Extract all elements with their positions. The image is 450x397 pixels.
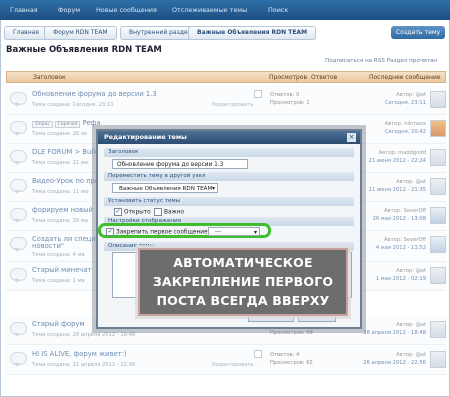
breadcrumb-current[interactable]: Важные Объявления RDN TEAM xyxy=(188,26,317,40)
status-important-label: Важно xyxy=(164,209,185,216)
annotation-callout: АВТОМАТИЧЕСКОЕ ЗАКРЕПЛЕНИЕ ПЕРВОГО ПОСТА… xyxy=(138,248,348,316)
nav-home[interactable]: Главная xyxy=(10,6,38,14)
title-input[interactable]: Обновление форума до версии 1.3 xyxy=(112,159,248,169)
pin-first-post-checkbox[interactable]: ✓ Закрепить первое сообщение xyxy=(106,228,208,236)
annotation-line-1: АВТОМАТИЧЕСКОЕ xyxy=(173,255,313,270)
dialog-title: Редактирование темы xyxy=(104,133,187,141)
move-node-select[interactable]: Важные Объявления RDN TEAM ▾ xyxy=(112,183,218,193)
checkbox-empty-icon xyxy=(154,208,162,216)
move-node-value: Важные Объявления RDN TEAM xyxy=(119,186,213,192)
table-header: Заголовок Просмотров Ответов Последнее с… xyxy=(6,71,446,83)
pin-first-post-label: Закрепить первое сообщение xyxy=(116,229,208,236)
pin-select-value: --- xyxy=(215,229,222,235)
close-icon[interactable]: × xyxy=(347,133,356,142)
checkmark-icon: ✓ xyxy=(114,208,122,216)
col-title[interactable]: Заголовок xyxy=(33,74,66,81)
nav-search[interactable]: Поиск xyxy=(268,6,288,14)
section-title: Заголовок xyxy=(104,148,354,157)
chevron-down-icon: ▾ xyxy=(253,229,257,236)
nav-new-posts[interactable]: Новые сообщения xyxy=(96,6,157,14)
status-open-label: Открыто xyxy=(124,209,151,216)
nav-forum[interactable]: Форум xyxy=(58,6,80,14)
status-open-checkbox[interactable]: ✓ Открыто xyxy=(114,208,151,216)
status-important-checkbox[interactable]: Важно xyxy=(154,208,184,216)
pin-select[interactable]: --- ▾ xyxy=(208,227,260,236)
col-replies[interactable]: Ответов xyxy=(311,74,337,81)
breadcrumb-home[interactable]: Главная xyxy=(4,26,48,40)
top-navigation: Главная Форум Новые сообщения Отслеживае… xyxy=(0,0,450,20)
col-last-post[interactable]: Последнее сообщение xyxy=(369,74,441,81)
annotation-line-3: ПОСТА ВСЕГДА ВВЕРХУ xyxy=(156,293,330,308)
dialog-header: Редактирование темы xyxy=(98,131,360,144)
col-views[interactable]: Просмотров xyxy=(269,74,307,81)
create-topic-button[interactable]: Создать тему xyxy=(391,26,445,39)
section-move: Переместить тему в другой узел xyxy=(104,172,354,181)
breadcrumb-forum[interactable]: Форум RDN TEAM xyxy=(44,26,117,40)
annotation-line-2: ЗАКРЕПЛЕНИЕ ПЕРВОГО xyxy=(152,274,334,289)
rss-links[interactable]: Подписаться на RSS Раздел прочитан xyxy=(325,58,437,64)
section-status: Установить статус темы xyxy=(104,197,354,206)
chevron-down-icon: ▾ xyxy=(211,185,215,192)
nav-watched-topics[interactable]: Отслеживаемые темы xyxy=(172,6,247,14)
checkmark-icon: ✓ xyxy=(106,228,114,236)
page-title: Важные Объявления RDN TEAM xyxy=(6,45,162,55)
